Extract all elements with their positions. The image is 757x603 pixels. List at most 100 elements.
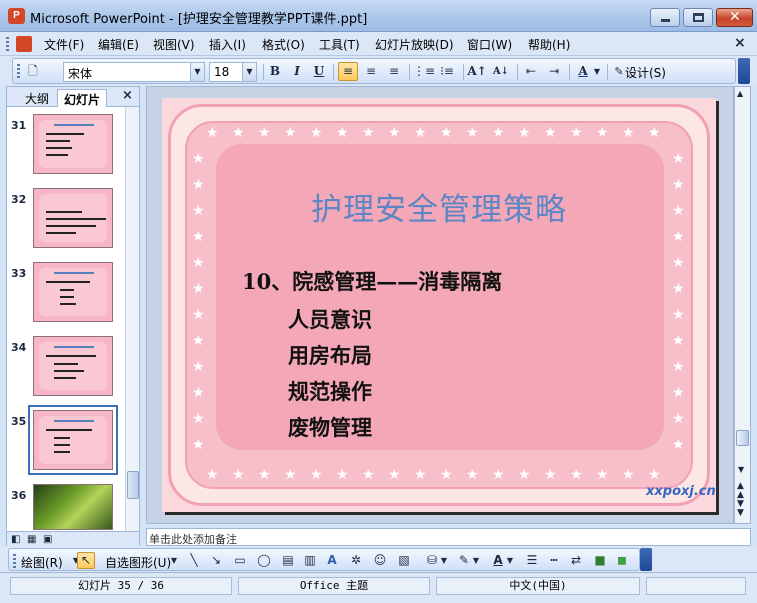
tab-slides[interactable]: 幻灯片	[57, 89, 108, 107]
slide-thumbnail[interactable]	[33, 262, 113, 322]
chevron-down-icon[interactable]: ▼	[242, 63, 256, 81]
slide-thumbnail[interactable]	[33, 484, 113, 530]
new-document-icon[interactable]: 🗋	[23, 62, 43, 81]
star-decoration: ★	[192, 281, 205, 297]
slide-canvas[interactable]: ★ ★ ★ ★ ★ ★ ★ ★ ★ ★ ★ ★ ★ ★ ★ ★ ★ ★ ★ ★ ★ ★ ★ ★ ★ ★ ★ ★ ★ ★ ★ ★ ★ ★ ★ ★ ★ ★ ★ ★…	[162, 98, 716, 512]
minimize-icon	[661, 19, 670, 22]
star-decoration: ★	[206, 125, 219, 141]
slide-bullet[interactable]: 废物管理	[288, 412, 372, 442]
menu-grip-icon[interactable]	[6, 37, 9, 51]
wordart-icon[interactable]: A	[323, 552, 341, 569]
panel-scrollbar[interactable]	[125, 107, 139, 531]
next-slide-icon[interactable]: ▼ ▼	[737, 500, 744, 518]
arrow-style-icon[interactable]: ⇄	[567, 552, 585, 569]
menu-edit[interactable]: 编辑(E)	[98, 36, 139, 53]
menu-insert[interactable]: 插入(I)	[209, 36, 246, 53]
chevron-down-icon[interactable]: ▼	[591, 62, 603, 81]
underline-button[interactable]: U	[309, 62, 329, 81]
close-icon[interactable]: ×	[122, 88, 133, 103]
shadow-icon[interactable]: ■	[591, 552, 609, 569]
thumbnail-frame	[39, 268, 107, 316]
3d-icon[interactable]: ◼	[613, 552, 631, 569]
slide-bullet[interactable]: 用房布局	[288, 340, 372, 370]
picture-icon[interactable]: ▧	[395, 552, 413, 569]
increase-indent-icon[interactable]: ⇥	[544, 62, 564, 81]
decrease-font-icon[interactable]: A↓	[491, 62, 511, 81]
scrollbar-thumb[interactable]	[736, 430, 749, 446]
font-size-combo[interactable]: 18 ▼	[209, 62, 257, 82]
bullets-button[interactable]: ⁝≡	[437, 62, 457, 81]
document-close-icon[interactable]: ×	[734, 35, 746, 51]
clipart-icon[interactable]: ☺	[371, 552, 389, 569]
scroll-up-icon[interactable]: ▲	[737, 89, 743, 98]
slideshow-icon[interactable]: ▣	[43, 534, 52, 545]
chevron-down-icon[interactable]: ▼	[505, 552, 515, 569]
window-title: Microsoft PowerPoint - [护理安全管理教学PPT课件.pp…	[30, 12, 368, 27]
italic-button[interactable]: I	[287, 62, 307, 81]
textbox-icon[interactable]: ▤	[279, 552, 297, 569]
toolbar-grip-icon[interactable]	[13, 554, 16, 568]
menu-format[interactable]: 格式(O)	[262, 36, 305, 53]
slide-sorter-icon[interactable]: ▦	[27, 534, 36, 545]
diagram-icon[interactable]: ✲	[347, 552, 365, 569]
rectangle-icon[interactable]: ▭	[231, 552, 249, 569]
menu-file[interactable]: 文件(F)	[44, 36, 84, 53]
dash-style-icon[interactable]: ┅	[545, 552, 563, 569]
line-icon[interactable]: ╲	[185, 552, 203, 569]
toolbar-options-icon[interactable]	[738, 58, 750, 84]
thumbnail-title-mark	[54, 346, 94, 348]
slide-thumbnail[interactable]	[33, 336, 113, 396]
autoshapes-button[interactable]: 自选图形(U)	[105, 554, 171, 571]
normal-view-icon[interactable]: ◧	[11, 534, 20, 545]
star-decoration: ★	[414, 467, 427, 483]
slide-title[interactable]: 护理安全管理策略	[162, 184, 716, 229]
tab-outline[interactable]: 大纲	[19, 89, 55, 107]
star-decoration: ★	[518, 125, 531, 141]
numbering-button[interactable]: ⋮≡	[413, 62, 435, 81]
decrease-indent-icon[interactable]: ⇤	[521, 62, 541, 81]
font-name-combo[interactable]: 宋体 ▼	[63, 62, 205, 82]
toolbar-grip-icon[interactable]	[17, 64, 20, 78]
slide-thumbnail[interactable]	[33, 114, 113, 174]
slide-bullet-main[interactable]: 10、院感管理——消毒隔离	[242, 266, 502, 296]
toolbar-options-icon[interactable]	[640, 548, 652, 571]
menu-tools[interactable]: 工具(T)	[319, 36, 360, 53]
arrow-icon[interactable]: ↘	[207, 552, 225, 569]
chevron-down-icon[interactable]: ▼	[169, 552, 179, 569]
workspace-scrollbar[interactable]: ▲ ▼ ▲ ▲ ▼ ▼	[734, 86, 751, 524]
menu-help[interactable]: 帮助(H)	[528, 36, 570, 53]
toolbar-divider	[607, 64, 608, 80]
chevron-down-icon[interactable]: ▼	[190, 63, 204, 81]
chevron-down-icon[interactable]: ▼	[471, 552, 481, 569]
maximize-button[interactable]	[683, 8, 713, 27]
align-left-button[interactable]: ≡	[338, 62, 358, 81]
menu-slideshow[interactable]: 幻灯片放映(D)	[375, 36, 454, 53]
vertical-textbox-icon[interactable]: ▥	[301, 552, 319, 569]
notes-pane[interactable]: 单击此处添加备注	[146, 528, 751, 546]
select-pointer-icon[interactable]: ↖	[77, 552, 95, 569]
document-icon[interactable]	[16, 36, 32, 52]
previous-slide-icon[interactable]: ▲ ▲	[737, 482, 744, 500]
design-button[interactable]: 设计(S)	[625, 64, 666, 81]
slide-thumbnail-selected[interactable]	[28, 405, 118, 475]
increase-font-icon[interactable]: A↑	[467, 62, 487, 81]
menu-window[interactable]: 窗口(W)	[467, 36, 512, 53]
align-center-button[interactable]: ≡	[361, 62, 381, 81]
draw-menu-button[interactable]: 绘图(R)	[21, 554, 63, 571]
star-decoration: ★	[362, 467, 375, 483]
line-style-icon[interactable]: ☰	[523, 552, 541, 569]
chevron-down-icon[interactable]: ▼	[439, 552, 449, 569]
scroll-down-icon[interactable]: ▼	[738, 465, 744, 474]
align-right-button[interactable]: ≡	[384, 62, 404, 81]
slide-bullet[interactable]: 规范操作	[288, 376, 372, 406]
font-color-button[interactable]: A	[573, 62, 593, 81]
slide-thumbnail[interactable]	[33, 188, 113, 248]
menu-view[interactable]: 视图(V)	[153, 36, 195, 53]
bold-button[interactable]: B	[265, 62, 285, 81]
minimize-button[interactable]	[650, 8, 680, 27]
oval-icon[interactable]: ◯	[255, 552, 273, 569]
powerpoint-icon[interactable]: P	[8, 8, 25, 24]
scrollbar-thumb[interactable]	[127, 471, 139, 499]
slide-bullet[interactable]: 人员意识	[288, 304, 372, 334]
close-button[interactable]: ✕	[716, 8, 753, 27]
